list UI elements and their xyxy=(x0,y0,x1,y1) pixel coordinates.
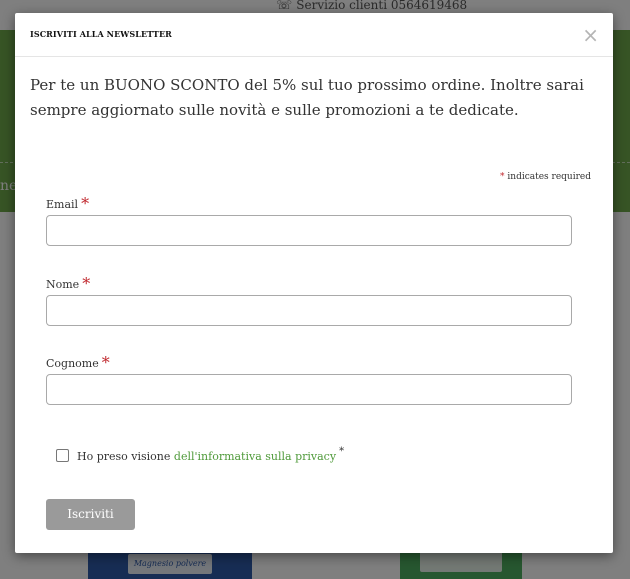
privacy-checkbox[interactable] xyxy=(56,449,69,462)
required-note: * indicates required xyxy=(500,172,591,182)
cognome-label: Cognome * xyxy=(46,353,110,372)
privacy-link[interactable]: dell'informativa sulla privacy xyxy=(174,450,336,463)
newsletter-intro: Per te un BUONO SCONTO del 5% sul tuo pr… xyxy=(30,76,584,119)
cognome-label-text: Cognome xyxy=(46,357,99,370)
email-required-asterisk: * xyxy=(81,194,90,213)
nome-field[interactable] xyxy=(46,295,572,326)
privacy-consent: Ho preso visione dell'informativa sulla … xyxy=(56,446,344,463)
email-field[interactable] xyxy=(46,215,572,246)
required-note-text: indicates required xyxy=(507,172,591,182)
close-button[interactable]: × xyxy=(582,23,599,47)
email-label: Email * xyxy=(46,194,89,213)
nome-required-asterisk: * xyxy=(82,274,91,293)
signup-form: * indicates required Email * Nome * Cognom… xyxy=(30,156,598,538)
privacy-required-asterisk: * xyxy=(339,446,345,457)
nome-label-text: Nome xyxy=(46,278,80,291)
newsletter-modal: ISCRIVITI ALLA NEWSLETTER × Per te un BU… xyxy=(15,13,613,553)
modal-header: ISCRIVITI ALLA NEWSLETTER × xyxy=(15,13,613,57)
cognome-required-asterisk: * xyxy=(101,353,110,372)
email-label-text: Email xyxy=(46,198,79,211)
modal-title: ISCRIVITI ALLA NEWSLETTER xyxy=(30,29,172,39)
nome-label: Nome * xyxy=(46,274,90,293)
subscribe-button[interactable]: Iscriviti xyxy=(46,499,135,530)
privacy-text: Ho preso visione xyxy=(77,450,171,463)
required-asterisk: * xyxy=(500,172,505,182)
cognome-field[interactable] xyxy=(46,374,572,405)
